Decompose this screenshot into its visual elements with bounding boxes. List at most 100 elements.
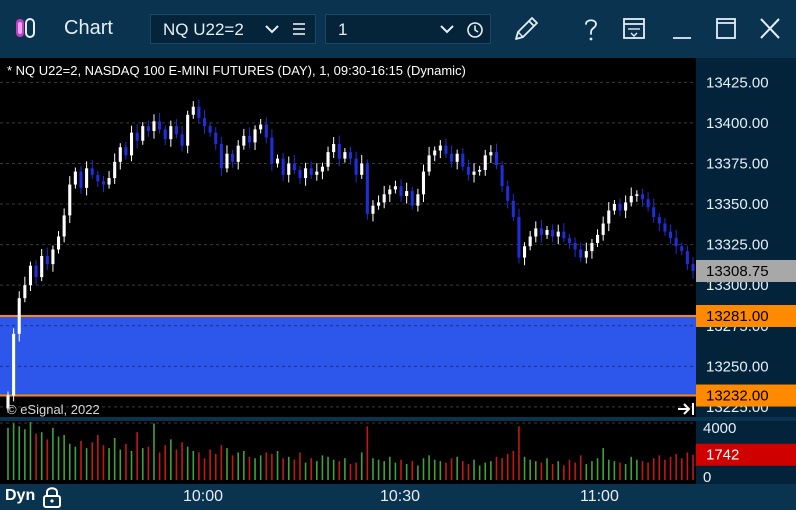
- price-tick-label: 13425.00: [706, 74, 769, 91]
- chart-header: * NQ U22=2, NASDAQ 100 E-MINI FUTURES (D…: [7, 63, 466, 78]
- candle-body: [607, 210, 611, 224]
- candle-body: [382, 194, 386, 203]
- candle-body: [685, 251, 689, 265]
- list-menu-icon[interactable]: [291, 21, 307, 37]
- candle-body: [225, 153, 229, 169]
- price-tick-label: 13250.00: [706, 358, 769, 375]
- title-bar: Chart NQ U22=2 1: [0, 0, 796, 58]
- candle-body: [506, 186, 510, 201]
- candle-body: [663, 223, 667, 232]
- candle-body: [371, 205, 375, 214]
- candle-body: [438, 145, 442, 151]
- candle-body: [377, 202, 381, 206]
- candle-body: [96, 174, 100, 182]
- price-tick-label: 13350.00: [706, 196, 769, 213]
- copyright-text: © eSignal, 2022: [7, 402, 100, 417]
- price-chart-svg[interactable]: 13425.00 13400.00 13375.00 13350.00 13325.00…: [0, 58, 796, 484]
- candle-body: [326, 152, 330, 167]
- candle-body: [562, 231, 566, 239]
- volume-axis-min-label: 0: [703, 469, 711, 484]
- chart-area[interactable]: 13425.00 13400.00 13375.00 13350.00 13325.00…: [0, 58, 796, 484]
- candle-body: [191, 106, 195, 115]
- candle-body: [528, 236, 532, 247]
- candle-body: [618, 204, 622, 211]
- candle-body: [186, 114, 190, 146]
- candle-body: [17, 298, 21, 334]
- help-icon[interactable]: [575, 14, 607, 44]
- symbol-dropdown[interactable]: NQ U22=2: [150, 14, 316, 44]
- candle-body: [646, 199, 650, 208]
- minimize-icon[interactable]: [666, 14, 698, 44]
- zone-upper-label: 13281.00: [706, 308, 769, 325]
- candle-body: [90, 168, 94, 175]
- candle-body: [388, 189, 392, 195]
- candle-body: [270, 137, 274, 164]
- volume-axis-max-label: 4000: [703, 420, 736, 437]
- candle-body: [590, 242, 594, 252]
- candle-body: [433, 150, 437, 156]
- candle-body: [107, 178, 111, 185]
- candle-body: [62, 215, 66, 237]
- candle-body: [545, 230, 549, 235]
- candle-body: [281, 158, 285, 175]
- candle-body: [197, 106, 201, 119]
- candle-body: [624, 202, 628, 211]
- pencil-icon[interactable]: [510, 14, 542, 44]
- interval-dropdown[interactable]: 1: [325, 14, 491, 44]
- candle-body: [146, 126, 150, 132]
- candle-body: [348, 152, 353, 159]
- candle-body: [450, 153, 454, 162]
- candle-body: [51, 249, 55, 265]
- x-tick-label: 11:00: [580, 488, 619, 505]
- candle-body: [141, 126, 145, 141]
- candle-body: [236, 145, 240, 162]
- candle-body: [652, 207, 656, 218]
- close-icon[interactable]: [754, 14, 786, 44]
- maximize-icon[interactable]: [710, 14, 742, 44]
- candle-body: [343, 152, 347, 159]
- candle-body: [23, 285, 27, 299]
- layout-icon[interactable]: [618, 14, 650, 44]
- candle-body: [219, 144, 223, 169]
- candle-body: [461, 153, 465, 167]
- candle-body: [360, 163, 364, 175]
- candle-body: [596, 234, 600, 243]
- candle-body: [129, 132, 134, 156]
- candle-body: [584, 251, 588, 258]
- candle-body: [494, 152, 499, 166]
- candle-body: [629, 195, 633, 203]
- candle-body: [292, 163, 296, 170]
- candle-body: [556, 231, 560, 237]
- candle-body: [416, 194, 420, 206]
- dynamic-mode-label[interactable]: Dyn: [5, 487, 35, 505]
- candle-body: [163, 129, 167, 140]
- candle-body: [180, 134, 184, 146]
- clock-icon[interactable]: [466, 21, 484, 39]
- candle-body: [393, 186, 397, 190]
- time-axis-bar: Dyn 10:00 10:30 11:00: [0, 484, 796, 510]
- price-tick-label: 13400.00: [706, 115, 769, 132]
- candle-body: [152, 121, 156, 132]
- candle-body: [124, 147, 128, 156]
- candle-body: [332, 144, 336, 153]
- chevron-down-icon: [265, 25, 279, 34]
- window-title: Chart: [64, 17, 113, 39]
- candle-body: [56, 236, 61, 250]
- candle-body: [534, 228, 538, 237]
- candle-body: [573, 242, 577, 250]
- candle-body: [275, 158, 280, 164]
- candle-body: [40, 255, 44, 278]
- candle-body: [135, 132, 139, 141]
- scroll-to-end-icon[interactable]: [676, 401, 696, 417]
- candle-body: [466, 166, 470, 175]
- candle-body: [635, 194, 639, 196]
- lock-icon[interactable]: [42, 486, 62, 508]
- candle-body: [264, 124, 268, 138]
- candle-body: [259, 124, 263, 130]
- candle-body: [640, 194, 645, 200]
- candle-body: [68, 184, 72, 216]
- volume-last-label: 1742: [706, 447, 739, 464]
- candle-body: [253, 129, 257, 143]
- candle-body: [158, 121, 162, 130]
- symbol-value: NQ U22=2: [163, 20, 244, 39]
